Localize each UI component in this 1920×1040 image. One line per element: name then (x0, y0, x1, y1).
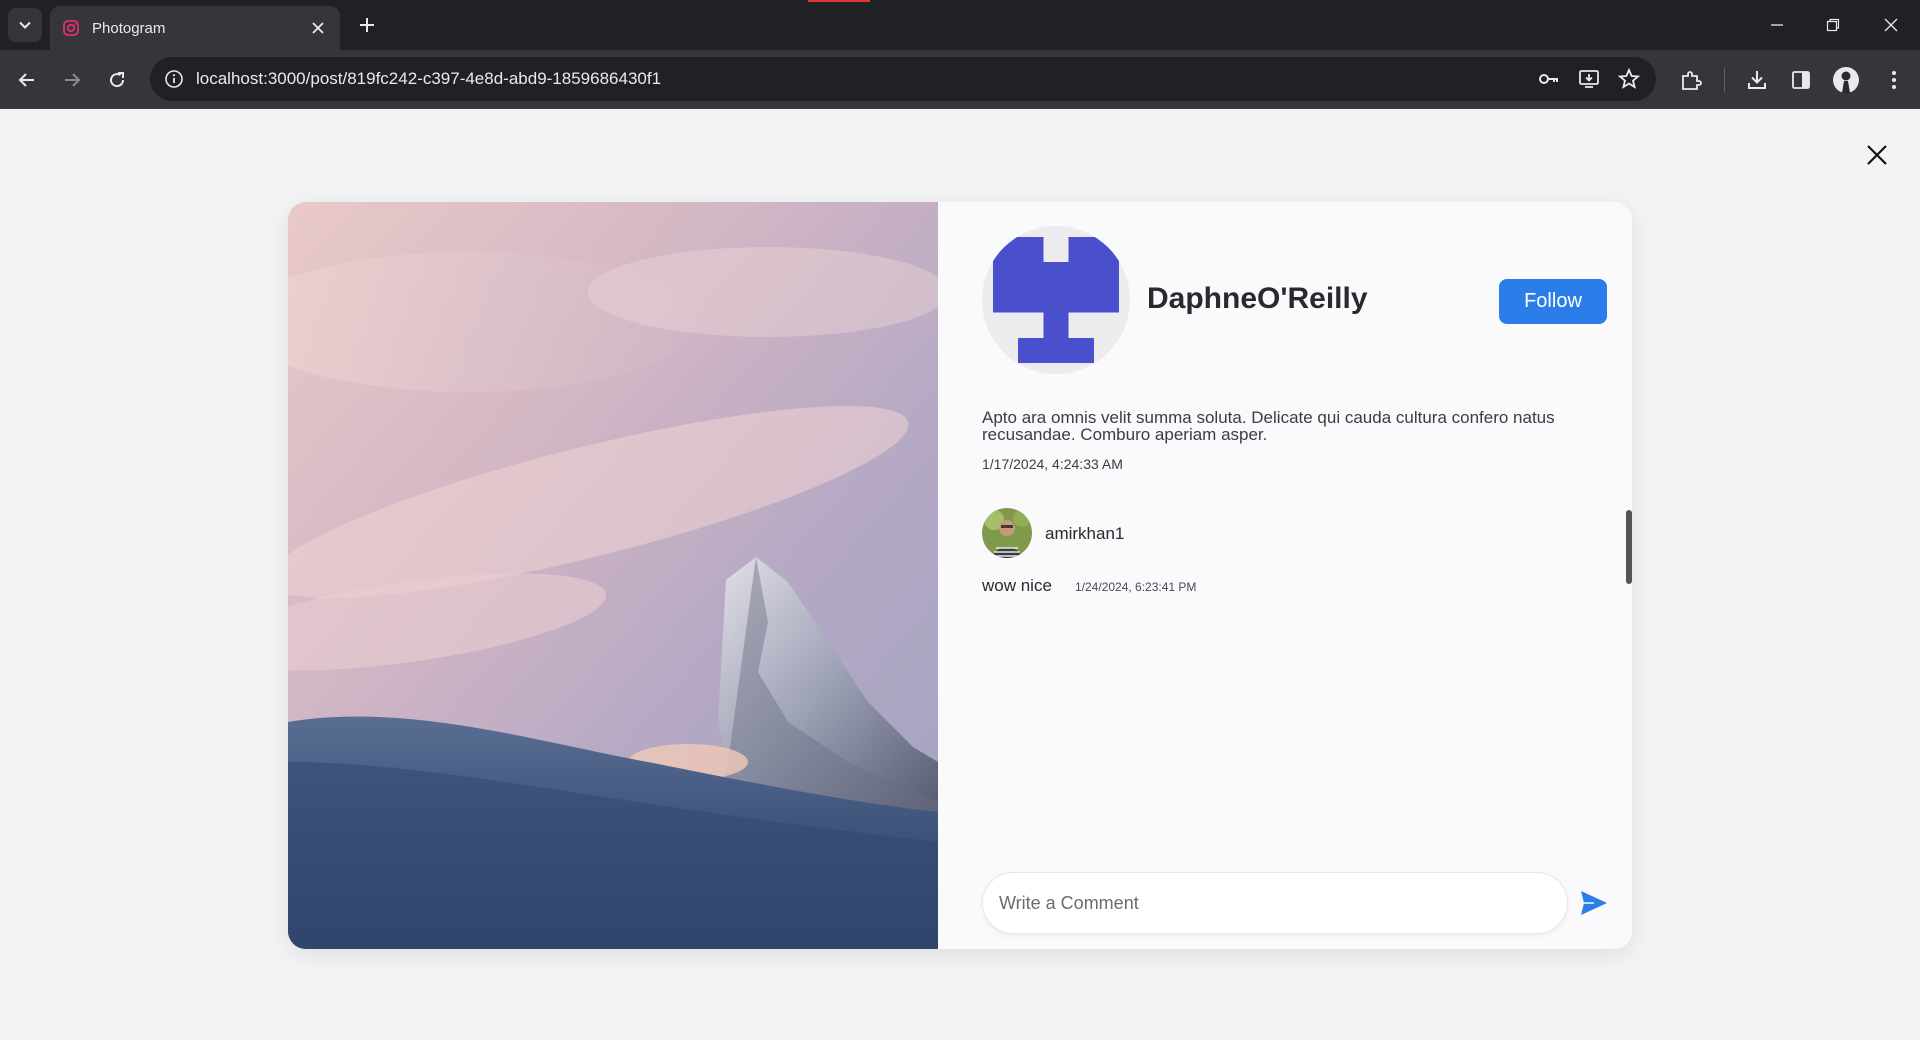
author-avatar[interactable] (982, 226, 1130, 374)
star-icon (1617, 67, 1641, 89)
comment-text: wow nice (982, 576, 1052, 595)
comments-scrollbar-thumb[interactable] (1626, 510, 1632, 584)
restore-button[interactable] (1810, 8, 1856, 42)
close-icon (1884, 18, 1898, 32)
close-icon (1867, 145, 1887, 165)
send-icon (1581, 891, 1607, 915)
reload-button[interactable] (99, 62, 135, 98)
recording-indicator (808, 0, 870, 2)
identicon-avatar-icon (993, 237, 1119, 363)
commenter-avatar[interactable] (982, 508, 1032, 558)
mountain-photo (288, 202, 938, 949)
bookmark-star-button[interactable] (1616, 66, 1642, 92)
browser-tab-strip: Photogram (0, 0, 1920, 50)
minimize-icon (1771, 24, 1783, 26)
tab-search-button[interactable] (8, 8, 42, 42)
close-post-button[interactable] (1862, 140, 1892, 170)
window-close-button[interactable] (1868, 8, 1914, 42)
arrow-left-icon (18, 73, 34, 87)
chevron-down-icon (19, 21, 31, 29)
downloads-button[interactable] (1743, 66, 1771, 94)
commenter-username[interactable]: amirkhan1 (1045, 524, 1124, 544)
profile-button[interactable] (1832, 66, 1860, 94)
user-photo-avatar-icon (982, 508, 1032, 558)
address-bar[interactable]: localhost:3000/post/819fc242-c397-4e8d-a… (150, 57, 1656, 101)
address-bar-url: localhost:3000/post/819fc242-c397-4e8d-a… (196, 69, 662, 88)
follow-button[interactable]: Follow (1499, 279, 1607, 324)
more-vertical-icon (1892, 71, 1896, 89)
puzzle-icon (1682, 71, 1702, 90)
restore-icon (1826, 18, 1840, 32)
install-icon (1579, 70, 1599, 88)
page-content: DaphneO'Reilly Follow Apto ara omnis vel… (0, 109, 1920, 1040)
forward-button[interactable] (54, 62, 90, 98)
post-date: 1/17/2024, 4:24:33 AM (982, 456, 1123, 472)
post-image (288, 202, 938, 949)
post-caption: Apto ara omnis velit summa soluta. Delic… (982, 408, 1555, 444)
new-tab-button[interactable] (352, 10, 382, 40)
plus-icon (360, 18, 374, 32)
post-modal: DaphneO'Reilly Follow Apto ara omnis vel… (288, 202, 1632, 949)
instagram-icon (63, 20, 79, 36)
site-info-icon[interactable] (164, 69, 184, 89)
close-icon (312, 22, 324, 34)
browser-menu-button[interactable] (1880, 66, 1908, 94)
comment-input[interactable] (982, 872, 1568, 934)
tab-close-button[interactable] (308, 18, 328, 38)
back-button[interactable] (9, 62, 45, 98)
tab-title: Photogram (92, 19, 166, 37)
minimize-button[interactable] (1754, 8, 1800, 42)
install-app-button[interactable] (1576, 66, 1602, 92)
profile-avatar-icon (1833, 67, 1859, 93)
download-icon (1748, 71, 1766, 89)
reload-icon (110, 72, 125, 88)
extensions-button[interactable] (1677, 66, 1705, 94)
send-comment-button[interactable] (1579, 888, 1609, 918)
post-details-panel: DaphneO'Reilly Follow Apto ara omnis vel… (938, 202, 1632, 949)
author-name[interactable]: DaphneO'Reilly (1147, 282, 1368, 316)
arrow-right-icon (65, 73, 81, 87)
side-panel-button[interactable] (1787, 66, 1815, 94)
browser-toolbar: localhost:3000/post/819fc242-c397-4e8d-a… (0, 50, 1920, 109)
password-key-button[interactable] (1536, 66, 1562, 92)
browser-tab[interactable]: Photogram (50, 6, 340, 50)
comment-date: 1/24/2024, 6:23:41 PM (1075, 580, 1197, 594)
toolbar-divider (1724, 68, 1725, 92)
side-panel-icon (1792, 71, 1810, 89)
key-icon (1539, 74, 1558, 84)
